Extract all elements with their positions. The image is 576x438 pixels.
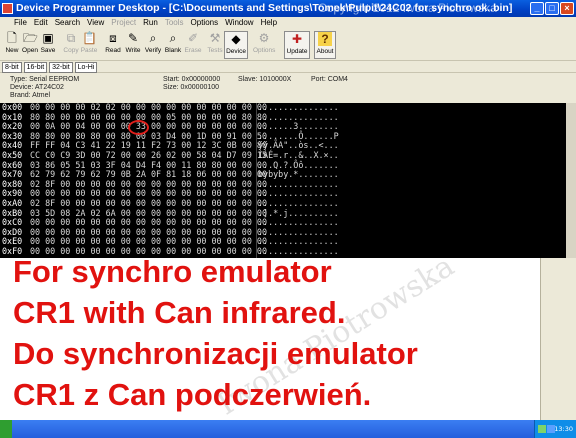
about-label: About [316,48,334,55]
menu-view[interactable]: View [87,17,104,29]
copy-icon: ⧉ [66,31,76,45]
new-button[interactable]: 🗋 New [3,31,21,59]
network-icon [538,425,546,433]
verify-label: Verify [144,47,162,54]
about-button[interactable]: ? About [314,31,336,59]
open-button[interactable]: 🗁 Open [21,31,39,59]
menu-bar: File Edit Search View Project Run Tools … [0,17,576,29]
side-panel [540,258,576,420]
hex-scrollbar[interactable] [566,103,576,258]
verify-button[interactable]: ⌕ Verify [144,31,162,59]
device-brand: Brand: Atmel [10,92,51,99]
write-button[interactable]: ✎ Write [124,31,142,59]
blank-button[interactable]: ⌕ Blank [164,31,182,59]
menu-tools[interactable]: Tools [165,17,184,29]
toolbar: 🗋 New 🗁 Open ▣ Save ⧉ Copy 📋 Paste ⧈ Read ✎ Wri… [0,29,576,61]
start-button[interactable] [0,420,12,438]
options-icon: ⚙ [258,31,270,45]
write-chip-icon: ✎ [127,31,139,45]
update-label: Update [286,48,308,55]
device-chip-icon: ◆ [231,32,241,46]
mode-32-bit[interactable]: 32-bit [49,62,73,73]
options-button[interactable]: ⚙ Options [253,31,275,59]
erase-icon: ✐ [187,31,199,45]
read-chip-icon: ⧈ [109,31,117,45]
update-icon: ✚ [291,32,303,46]
paste-label: Paste [80,47,98,54]
volume-icon [547,425,555,433]
device-info-panel: Type: Serial EEPROM Device: AT24C02 Bran… [0,73,576,103]
mode-lo-hi[interactable]: Lo-Hi [74,62,98,73]
menu-edit[interactable]: Edit [34,17,48,29]
paste-button[interactable]: 📋 Paste [80,31,98,59]
menu-file[interactable]: File [14,17,27,29]
start-address: Start: 0x00000000 [163,76,221,83]
tests-button[interactable]: ⚒ Tests [206,31,224,59]
mode-8-bit[interactable]: 8-bit [2,62,22,73]
caption-overlay: Iwona Piotrowska For synchro emulator CR… [0,249,576,422]
tests-icon: ⚒ [209,31,221,45]
save-label: Save [40,47,56,54]
copy-button[interactable]: ⧉ Copy [62,31,80,59]
taskbar: 13:30 [0,420,576,438]
verify-magnifier-icon: ⌕ [149,31,157,45]
open-label: Open [22,47,38,54]
copyright-watermark: Copyright 2012 Iwona Piotrowska [318,1,497,15]
slave-address: Slave: 1010000X [238,76,292,83]
port: Port: COM4 [311,76,348,83]
save-button[interactable]: ▣ Save [39,31,57,59]
read-button[interactable]: ⧈ Read [104,31,122,59]
clock: 13:30 [554,425,573,433]
erase-button[interactable]: ✐ Erase [184,31,202,59]
close-button[interactable]: × [560,2,574,15]
menu-search[interactable]: Search [55,17,80,29]
system-tray: 13:30 [534,420,576,438]
menu-help[interactable]: Help [261,17,277,29]
device-label: Device [226,48,246,55]
write-label: Write [125,47,141,54]
new-file-icon: 🗋 [7,31,17,45]
hex-editor[interactable]: 0x00 00 00 00 00 02 02 00 00 00 00 00 00 … [0,102,576,258]
device-type: Type: Serial EEPROM [10,76,80,83]
mode-16-bit[interactable]: 16-bit [23,62,48,73]
menu-run[interactable]: Run [143,17,158,29]
maximize-button[interactable]: □ [545,2,559,15]
read-label: Read [105,47,121,54]
caption-line-3: Do synchronizacji emulator [13,336,418,371]
data-width-modes: 8-bit 16-bit 32-bit Lo-Hi [0,61,576,73]
menu-project[interactable]: Project [111,17,136,29]
title-bar: Device Programmer Desktop - [C:\Document… [0,0,576,17]
minimize-button[interactable]: _ [530,2,544,15]
update-button[interactable]: ✚ Update [284,31,310,59]
caption-line-4: CR1 z Can podczerwień. [13,377,372,412]
paste-icon: 📋 [82,31,97,45]
memory-size: Size: 0x00000100 [163,84,220,91]
device-name: Device: AT24C02 [10,84,64,91]
blank-label: Blank [164,47,182,54]
caption-line-2: CR1 with Can infrared. [13,295,346,330]
blank-check-icon: ⌕ [169,31,177,45]
save-disk-icon: ▣ [42,31,54,45]
tests-label: Tests [207,47,223,54]
about-question-icon: ? [318,32,332,46]
menu-window[interactable]: Window [225,17,253,29]
new-label: New [5,47,19,54]
highlight-circle [128,120,149,135]
caption-line-1: For synchro emulator [13,254,332,289]
device-button[interactable]: ◆ Device [224,31,248,59]
copy-label: Copy [63,47,79,54]
erase-label: Erase [184,47,202,54]
open-folder-icon: 🗁 [23,31,38,45]
menu-options[interactable]: Options [191,17,219,29]
options-label: Options [253,47,276,54]
app-icon [2,3,13,14]
